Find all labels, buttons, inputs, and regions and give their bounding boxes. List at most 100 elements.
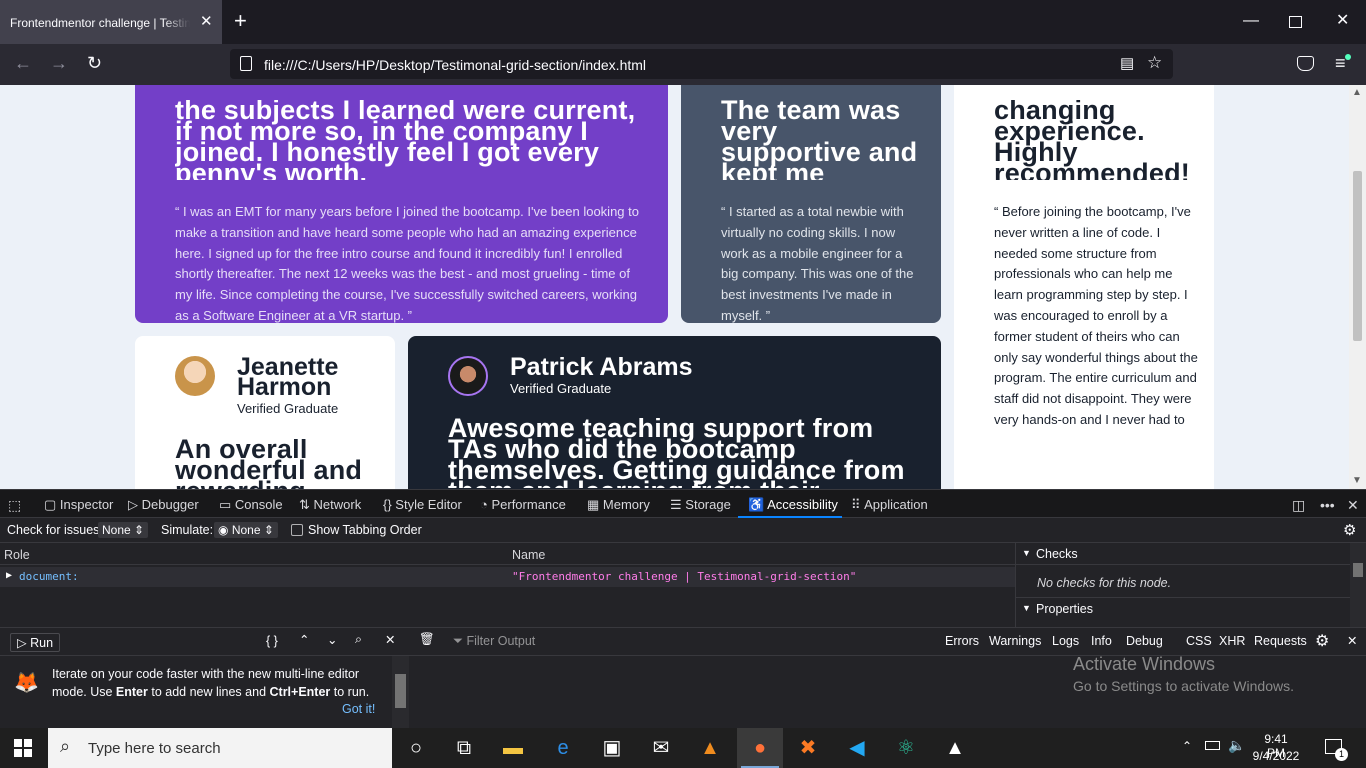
window-close-icon[interactable]: ✕ [1336, 12, 1349, 30]
file-explorer-icon[interactable]: ▬ [501, 736, 525, 760]
address-bar[interactable]: file:///C:/Users/HP/Desktop/Testimonal-g… [230, 49, 1173, 79]
author-role: Verified Graduate [237, 401, 339, 416]
pick-element-icon[interactable]: ⬚ [8, 497, 21, 514]
tab-title: Frontendmentor challenge | Testimonial-g… [10, 16, 190, 30]
sidebar-scroll-thumb[interactable] [1353, 563, 1363, 577]
more-options-icon[interactable]: ••• [1320, 497, 1335, 513]
taskbar-search-box[interactable]: ⌕ Type here to search [48, 728, 392, 768]
reload-icon[interactable]: ↻ [87, 52, 102, 74]
filter-xhr[interactable]: XHR [1219, 634, 1245, 648]
got-it-button[interactable]: Got it! [342, 702, 375, 716]
console-settings-icon[interactable]: ⚙ [1315, 631, 1329, 651]
card-headline: An overall wonderful and rewarding [175, 439, 363, 489]
firefox-taskbar-button[interactable]: ● [737, 728, 783, 768]
restore-icon[interactable] [1289, 16, 1302, 28]
windows-start-icon[interactable] [14, 739, 32, 757]
author-name-line2: Harmon [237, 373, 332, 401]
cortana-icon[interactable]: ○ [404, 736, 428, 760]
console-area[interactable]: 🦊 Iterate on your code faster with the n… [0, 654, 1366, 728]
sidebar-scrollbar[interactable] [1350, 543, 1366, 627]
photos-icon[interactable]: ▲ [943, 736, 967, 760]
back-icon[interactable]: ← [14, 52, 32, 74]
properties-header[interactable]: ▼ Properties [1016, 597, 1350, 619]
reader-view-icon[interactable]: ▤ [1120, 54, 1134, 72]
vscode-icon[interactable]: ◀ [845, 736, 869, 760]
store-icon[interactable]: ▣ [600, 736, 624, 760]
history-down-icon[interactable]: ⌄ [327, 632, 337, 647]
console-toolbar: ▷ Run { } ⌃ ⌄ ⌕ ✕ 🗑 ⏷ Filter Output Erro… [0, 627, 1366, 656]
close-editor-icon[interactable]: ✕ [385, 632, 395, 647]
card-quote: “ I started as a total newbie with virtu… [721, 204, 914, 323]
reverse-search-icon[interactable]: ⌕ [355, 632, 362, 647]
clock-date[interactable]: 9/4/2022 [1252, 749, 1300, 763]
filter-css[interactable]: CSS [1186, 634, 1212, 648]
scrollbar-thumb[interactable] [1353, 171, 1362, 341]
firefox-icon: ● [753, 737, 767, 759]
volume-icon[interactable]: 🔈 [1228, 737, 1245, 754]
bookmark-star-icon[interactable]: ☆ [1147, 53, 1162, 73]
task-view-icon[interactable]: ⧉ [452, 736, 476, 760]
new-tab-icon[interactable]: + [234, 10, 247, 32]
card-headline: Awesome teaching support from TAs who di… [448, 418, 905, 488]
collapse-icon: ▼ [1022, 603, 1031, 613]
testimonial-card-purple: the subjects I learned were current, if … [135, 85, 668, 323]
close-devtools-icon[interactable]: ✕ [1347, 497, 1359, 514]
filter-logs[interactable]: Logs [1052, 634, 1079, 648]
check-issues-select[interactable]: None ⇕ [98, 522, 149, 538]
edge-icon[interactable]: e [551, 736, 575, 760]
tabbing-order-label: Show Tabbing Order [308, 523, 422, 537]
clear-console-icon[interactable]: 🗑 [419, 632, 435, 647]
atom-icon[interactable]: ⚛ [894, 736, 918, 760]
tab-debugger[interactable]: ▷ Debugger [128, 497, 199, 513]
card-headline: the subjects I learned were current, if … [175, 100, 636, 180]
close-split-console-icon[interactable]: ✕ [1347, 633, 1357, 648]
firefox-fox-icon: 🦊 [14, 672, 39, 694]
tab-console[interactable]: ▭ Console [219, 497, 283, 513]
tab-storage[interactable]: ☰ Storage [670, 497, 731, 513]
history-up-icon[interactable]: ⌃ [299, 632, 309, 647]
menu-icon[interactable]: ≡ [1335, 54, 1346, 72]
tabbing-order-checkbox[interactable] [291, 524, 303, 536]
simulate-select[interactable]: ◉ None ⇕ [214, 522, 278, 538]
tab-performance[interactable]: ◔ Performance [480, 497, 566, 512]
filter-debug[interactable]: Debug [1126, 634, 1163, 648]
scroll-down-icon[interactable]: ▼ [1352, 475, 1362, 486]
tree-row[interactable]: ▶ document: "Frontendmentor challenge | … [0, 567, 1015, 587]
expand-arrow-icon[interactable]: ▶ [6, 570, 12, 581]
filter-errors[interactable]: Errors [945, 634, 979, 648]
filter-info[interactable]: Info [1091, 634, 1112, 648]
dock-icon[interactable]: ◫ [1292, 497, 1305, 514]
filter-output-input[interactable]: ⏷ Filter Output [453, 634, 535, 649]
battery-icon[interactable] [1205, 741, 1220, 750]
browser-title-bar: Frontendmentor challenge | Testimonial-g… [0, 0, 1366, 44]
update-badge [1345, 54, 1351, 60]
checks-title: Checks [1036, 547, 1078, 561]
row-role: document: [19, 570, 79, 583]
scroll-up-icon[interactable]: ▲ [1352, 87, 1362, 98]
close-tab-icon[interactable]: ✕ [200, 12, 213, 30]
tab-style-editor[interactable]: {} Style Editor [383, 497, 462, 512]
pocket-icon[interactable] [1297, 56, 1314, 71]
notice-scroll-thumb[interactable] [395, 674, 406, 708]
run-button[interactable]: ▷ Run [10, 633, 61, 652]
xampp-icon[interactable]: ✖ [796, 736, 820, 760]
minimize-icon[interactable]: — [1243, 12, 1259, 30]
tab-memory[interactable]: ▦ Memory [587, 497, 650, 513]
page-scrollbar[interactable]: ▲ ▼ [1349, 85, 1366, 489]
tab-inspector[interactable]: ▢ Inspector [44, 497, 113, 513]
mail-icon[interactable]: ✉ [649, 736, 673, 760]
tab-network[interactable]: ⇅ Network [299, 497, 361, 513]
pretty-print-button[interactable]: { } [266, 634, 278, 648]
browser-tab[interactable]: Frontendmentor challenge | Testimonial-g… [0, 0, 222, 44]
settings-gear-icon[interactable]: ⚙ [1343, 521, 1356, 539]
forward-icon[interactable]: → [50, 52, 68, 74]
filter-requests[interactable]: Requests [1254, 634, 1307, 648]
checks-header[interactable]: ▼ Checks [1016, 543, 1350, 565]
tab-application[interactable]: ⠿ Application [851, 497, 928, 513]
notice-scrollbar[interactable] [392, 656, 409, 728]
show-hidden-icons[interactable]: ⌃ [1182, 739, 1192, 753]
vlc-icon[interactable]: ▲ [698, 736, 722, 760]
tab-accessibility[interactable]: ♿ Accessibility [748, 497, 838, 513]
filter-warnings[interactable]: Warnings [989, 634, 1041, 648]
row-name: "Frontendmentor challenge | Testimonal-g… [512, 570, 857, 583]
